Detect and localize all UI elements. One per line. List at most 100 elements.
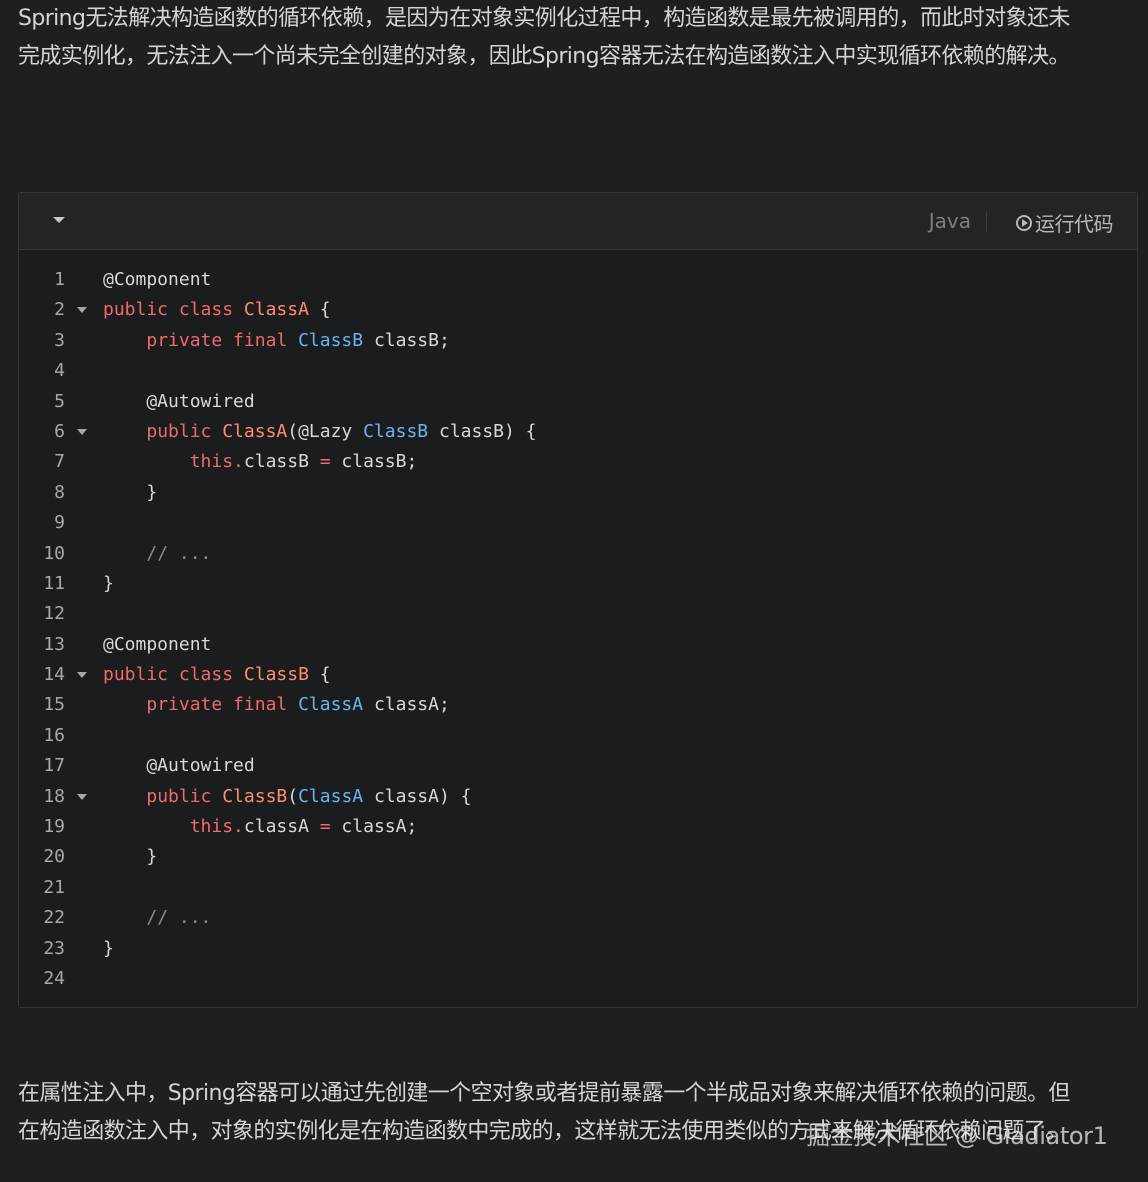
code-token: } xyxy=(103,572,114,594)
line-number: 24 xyxy=(43,967,65,989)
code-text: public class ClassB { xyxy=(103,660,331,690)
code-token: } xyxy=(103,846,158,868)
code-token: classA; xyxy=(363,694,450,716)
code-token: public xyxy=(146,785,223,807)
header-divider xyxy=(986,211,987,233)
code-line: 22 // ... xyxy=(19,903,1137,933)
line-number: 15 xyxy=(43,694,65,716)
line-number: 5 xyxy=(54,390,65,412)
code-line: 9 xyxy=(19,508,1137,538)
code-token: private final xyxy=(146,694,299,716)
fold-toggle-icon[interactable] xyxy=(77,793,87,800)
code-token: ( xyxy=(287,785,299,807)
code-text: // ... xyxy=(103,903,211,933)
watermark: 掘金技术社区 @ Gladiator1 xyxy=(806,1122,1108,1150)
paragraph-top: Spring无法解决构造函数的循环依赖，是因为在对象实例化过程中，构造函数是最先… xyxy=(18,0,1134,76)
line-number: 2 xyxy=(54,299,65,321)
code-token: classB; xyxy=(363,329,450,351)
code-text: private final ClassB classB; xyxy=(103,326,450,356)
code-text: @Autowired xyxy=(103,387,255,417)
code-text: // ... xyxy=(103,539,211,569)
code-line: 16 xyxy=(19,721,1137,751)
language-label: Java xyxy=(928,209,971,233)
code-token: classB) { xyxy=(428,420,537,442)
line-number: 7 xyxy=(54,451,65,473)
code-token: ClassA xyxy=(222,420,288,442)
code-text: } xyxy=(103,478,157,508)
code-token: // ... xyxy=(146,907,212,929)
fold-toggle-icon[interactable] xyxy=(77,307,87,314)
code-token: @Component xyxy=(103,633,212,655)
code-line: 5 @Autowired xyxy=(19,387,1137,417)
code-text: @Component xyxy=(103,630,211,660)
code-token: ClassB xyxy=(298,329,364,351)
code-token: public class xyxy=(103,664,244,686)
code-token: classA; xyxy=(330,816,418,838)
code-line: 8 } xyxy=(19,478,1137,508)
code-line: 3 private final ClassB classB; xyxy=(19,326,1137,356)
code-token: { xyxy=(308,299,331,321)
code-line: 10 // ... xyxy=(19,539,1137,569)
code-text: @Autowired xyxy=(103,751,254,781)
line-number: 19 xyxy=(43,816,65,838)
code-token: (@Lazy xyxy=(287,420,364,442)
code-line: 1 @Component xyxy=(19,265,1137,295)
code-text: public ClassA(@Lazy ClassB classB) { xyxy=(103,417,537,447)
code-text: } xyxy=(103,934,114,964)
code-line: 7 this.classB = classB; xyxy=(19,447,1137,477)
paragraph-line: 在属性注入中，Spring容器可以通过先创建一个空对象或者提前暴露一个半成品对象… xyxy=(18,1081,1070,1106)
code-token: ClassB xyxy=(243,664,309,686)
code-token: classA xyxy=(243,816,320,838)
code-line: 23} xyxy=(19,934,1137,964)
collapse-chevron-icon[interactable] xyxy=(53,217,65,223)
line-number: 4 xyxy=(54,360,65,382)
run-code-label: 运行代码 xyxy=(1035,212,1114,236)
line-number: 18 xyxy=(43,785,65,807)
line-number: 22 xyxy=(43,907,65,929)
line-number: 10 xyxy=(43,542,65,564)
code-line: 24 xyxy=(19,964,1137,994)
line-number: 1 xyxy=(54,269,65,290)
code-token: = xyxy=(319,816,331,838)
line-number: 8 xyxy=(54,481,65,503)
code-token: ClassB xyxy=(363,420,429,442)
code-line: 15 private final ClassA classA; xyxy=(19,690,1137,720)
code-text: public ClassB(ClassA classA) { xyxy=(103,782,471,812)
code-token: public xyxy=(146,420,223,442)
code-token: } xyxy=(103,481,158,503)
code-token: @Component xyxy=(103,269,212,290)
line-number: 14 xyxy=(43,664,65,686)
code-token: private final xyxy=(146,329,299,351)
code-token: // ... xyxy=(146,542,212,564)
line-number: 16 xyxy=(43,724,65,746)
line-number: 11 xyxy=(43,572,65,594)
line-number: 21 xyxy=(43,876,65,898)
run-code-button[interactable]: 运行代码 xyxy=(1016,208,1114,237)
code-token: } xyxy=(103,937,114,959)
code-token: ClassB xyxy=(222,785,288,807)
code-block: Java 运行代码 1 @Component 2 public class Class… xyxy=(18,192,1138,1008)
code-line: 14 public class ClassB { xyxy=(19,660,1137,690)
code-line: 6 public ClassA(@Lazy ClassB classB) { xyxy=(19,417,1137,447)
code-token: = xyxy=(319,451,331,473)
line-number: 23 xyxy=(43,937,65,959)
code-body: 1 @Component 2 public class ClassA {3 priva… xyxy=(19,265,1137,994)
code-text: } xyxy=(103,569,114,599)
code-token: classB xyxy=(243,451,320,473)
paragraph-line: 完成实例化，无法注入一个尚未完全创建的对象，因此Spring容器无法在构造函数注… xyxy=(18,44,1070,69)
fold-toggle-icon[interactable] xyxy=(77,672,87,679)
code-token: classB; xyxy=(330,451,418,473)
fold-toggle-icon[interactable] xyxy=(77,428,87,435)
code-token: ClassA xyxy=(298,785,364,807)
code-text: public class ClassA { xyxy=(103,295,331,325)
code-text: this.classB = classB; xyxy=(103,447,418,477)
code-text: } xyxy=(103,842,157,872)
line-number: 17 xyxy=(43,755,65,777)
code-token: @Autowired xyxy=(103,390,255,412)
code-line: 12 xyxy=(19,599,1137,629)
